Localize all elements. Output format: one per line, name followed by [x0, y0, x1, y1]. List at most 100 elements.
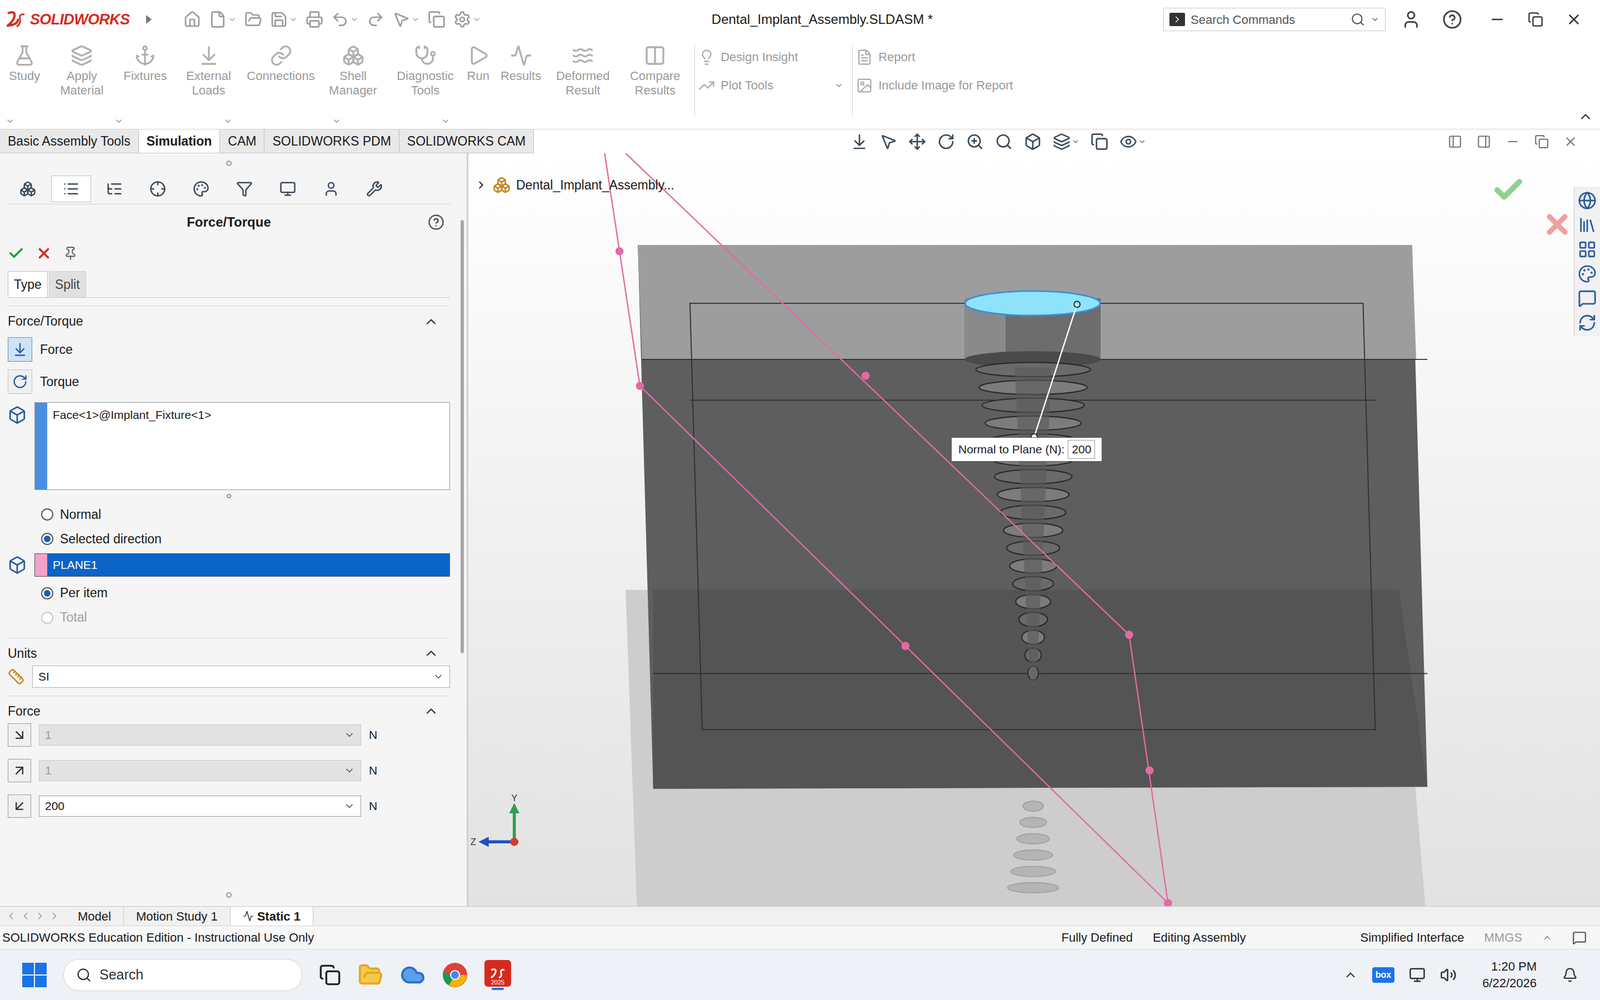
- dropdown-icon[interactable]: [1071, 137, 1080, 146]
- task-pane-icon[interactable]: [1577, 313, 1597, 333]
- dropdown-icon[interactable]: [441, 116, 450, 126]
- ribbon-small-button[interactable]: Include Image for Report: [856, 76, 1013, 95]
- force-value-field[interactable]: 1: [38, 724, 362, 746]
- command-tab[interactable]: Basic Assembly Tools: [0, 129, 139, 153]
- dropdown-icon[interactable]: [472, 15, 482, 24]
- help-icon[interactable]: [427, 213, 445, 231]
- manager-tab[interactable]: [267, 175, 308, 203]
- collapse-ribbon-icon[interactable]: [1577, 108, 1594, 125]
- quick-access-icon[interactable]: [183, 10, 202, 29]
- collapse-icon[interactable]: [423, 313, 439, 330]
- cancel-icon[interactable]: [35, 245, 53, 262]
- menu-arrow-icon[interactable]: [145, 13, 153, 25]
- app-logo[interactable]: SOLIDWORKS: [6, 8, 179, 32]
- manager-tab[interactable]: [7, 175, 48, 203]
- view-tool-icon[interactable]: [995, 132, 1013, 151]
- pin-icon[interactable]: [63, 246, 78, 261]
- solidworks-taskbar-app[interactable]: 2025: [484, 960, 512, 990]
- minimize-icon[interactable]: [1505, 134, 1520, 149]
- manager-tab[interactable]: [51, 175, 92, 203]
- quick-access-icon[interactable]: [453, 10, 472, 29]
- force-value-field[interactable]: 1: [38, 760, 362, 782]
- confirm-icon[interactable]: [1491, 173, 1525, 207]
- feedback-icon[interactable]: [1572, 930, 1587, 945]
- manager-tab[interactable]: [94, 175, 135, 203]
- model-canvas[interactable]: YZ: [468, 153, 1600, 907]
- dropdown-icon[interactable]: [343, 765, 355, 777]
- ribbon-small-button[interactable]: Report: [856, 47, 1013, 67]
- status-item[interactable]: Editing Assembly: [1152, 928, 1247, 947]
- collapse-icon[interactable]: [423, 645, 439, 662]
- windows-logo-icon[interactable]: [22, 962, 47, 988]
- units-select[interactable]: SI: [32, 665, 450, 688]
- distribution-radio[interactable]: Total: [41, 605, 450, 630]
- dropdown-icon[interactable]: [343, 729, 355, 741]
- restore-icon[interactable]: [1534, 134, 1549, 149]
- network-icon[interactable]: [1408, 966, 1426, 984]
- callout[interactable]: Normal to Plane (N):200: [951, 437, 1103, 462]
- search-icon[interactable]: [1350, 12, 1365, 27]
- clock[interactable]: 1:20 PM6/22/2026: [1482, 958, 1537, 992]
- view-tool-icon[interactable]: [1119, 132, 1138, 151]
- ribbon-button[interactable]: Deformed Result: [546, 44, 619, 98]
- ribbon-button[interactable]: Run: [461, 44, 495, 84]
- help-icon[interactable]: [1442, 9, 1463, 30]
- dropdown-icon[interactable]: [332, 116, 342, 126]
- force-header[interactable]: Force: [7, 695, 450, 724]
- tray-app[interactable]: box: [1372, 967, 1395, 983]
- status-item[interactable]: Fully Defined: [1061, 928, 1133, 947]
- expand-icon[interactable]: [475, 178, 488, 192]
- dropdown-icon[interactable]: [432, 671, 444, 683]
- face-selection-box[interactable]: Face<1>@Implant_Fixture<1>: [34, 402, 450, 490]
- dropdown-icon[interactable]: [411, 15, 420, 24]
- ribbon-button[interactable]: Connections: [245, 44, 318, 84]
- units-menu-icon[interactable]: [1542, 932, 1553, 943]
- view-tool-icon[interactable]: [937, 132, 955, 151]
- tab-scroll-icon[interactable]: [48, 910, 60, 922]
- ribbon-small-button[interactable]: Plot Tools: [698, 76, 844, 95]
- minimize-icon[interactable]: [1488, 11, 1506, 28]
- task-pane-icon[interactable]: [1577, 264, 1597, 284]
- ribbon-small-button[interactable]: Design Insight: [698, 47, 844, 67]
- grip-dot[interactable]: [226, 160, 232, 167]
- ribbon-button[interactable]: Diagnostic Tools: [389, 44, 462, 98]
- callout-value[interactable]: 200: [1067, 440, 1095, 459]
- user-icon[interactable]: [1401, 9, 1422, 30]
- model-tab[interactable]: Model: [65, 906, 124, 926]
- manager-tab[interactable]: [311, 175, 352, 203]
- task-pane-icon[interactable]: [1577, 240, 1597, 259]
- cancel-icon[interactable]: [1541, 208, 1573, 240]
- view-tool-icon[interactable]: [966, 132, 984, 151]
- close-icon[interactable]: [1563, 134, 1578, 149]
- ribbon-button[interactable]: External Loads: [172, 44, 245, 98]
- command-tab[interactable]: SOLIDWORKS CAM: [399, 129, 534, 153]
- model-tab[interactable]: Motion Study 1: [123, 906, 231, 926]
- quick-access-icon[interactable]: [331, 10, 349, 29]
- quick-access-icon[interactable]: [208, 10, 227, 29]
- panel-subtab[interactable]: Type: [7, 271, 48, 298]
- task-view-icon[interactable]: [318, 963, 342, 987]
- command-tab[interactable]: Simulation: [138, 129, 221, 153]
- task-pane-icon[interactable]: [1577, 288, 1597, 308]
- dropdown-icon[interactable]: [223, 116, 233, 126]
- tab-scroll-icon[interactable]: [20, 910, 32, 922]
- task-pane-icon[interactable]: [1577, 191, 1597, 210]
- dropdown-icon[interactable]: [350, 15, 359, 24]
- dropdown-icon[interactable]: [1138, 137, 1147, 146]
- view-tool-icon[interactable]: [908, 132, 927, 151]
- chrome-icon[interactable]: [442, 962, 468, 988]
- volume-icon[interactable]: [1440, 966, 1457, 984]
- dropdown-icon[interactable]: [5, 116, 15, 126]
- quick-access-icon[interactable]: [392, 10, 410, 29]
- ribbon-button[interactable]: Compare Results: [618, 44, 692, 98]
- onedrive-icon[interactable]: [400, 962, 426, 988]
- panel-subtab[interactable]: Split: [48, 271, 87, 298]
- file-explorer-icon[interactable]: [357, 962, 384, 988]
- dropdown-icon[interactable]: [288, 15, 298, 24]
- tile-left-icon[interactable]: [1447, 134, 1463, 149]
- view-tool-icon[interactable]: [1023, 132, 1042, 151]
- panel-scrollbar[interactable]: [457, 153, 467, 907]
- force-torque-header[interactable]: Force/Torque: [7, 305, 450, 334]
- ribbon-button[interactable]: Apply Material: [45, 44, 118, 98]
- dropdown-icon[interactable]: [227, 15, 237, 24]
